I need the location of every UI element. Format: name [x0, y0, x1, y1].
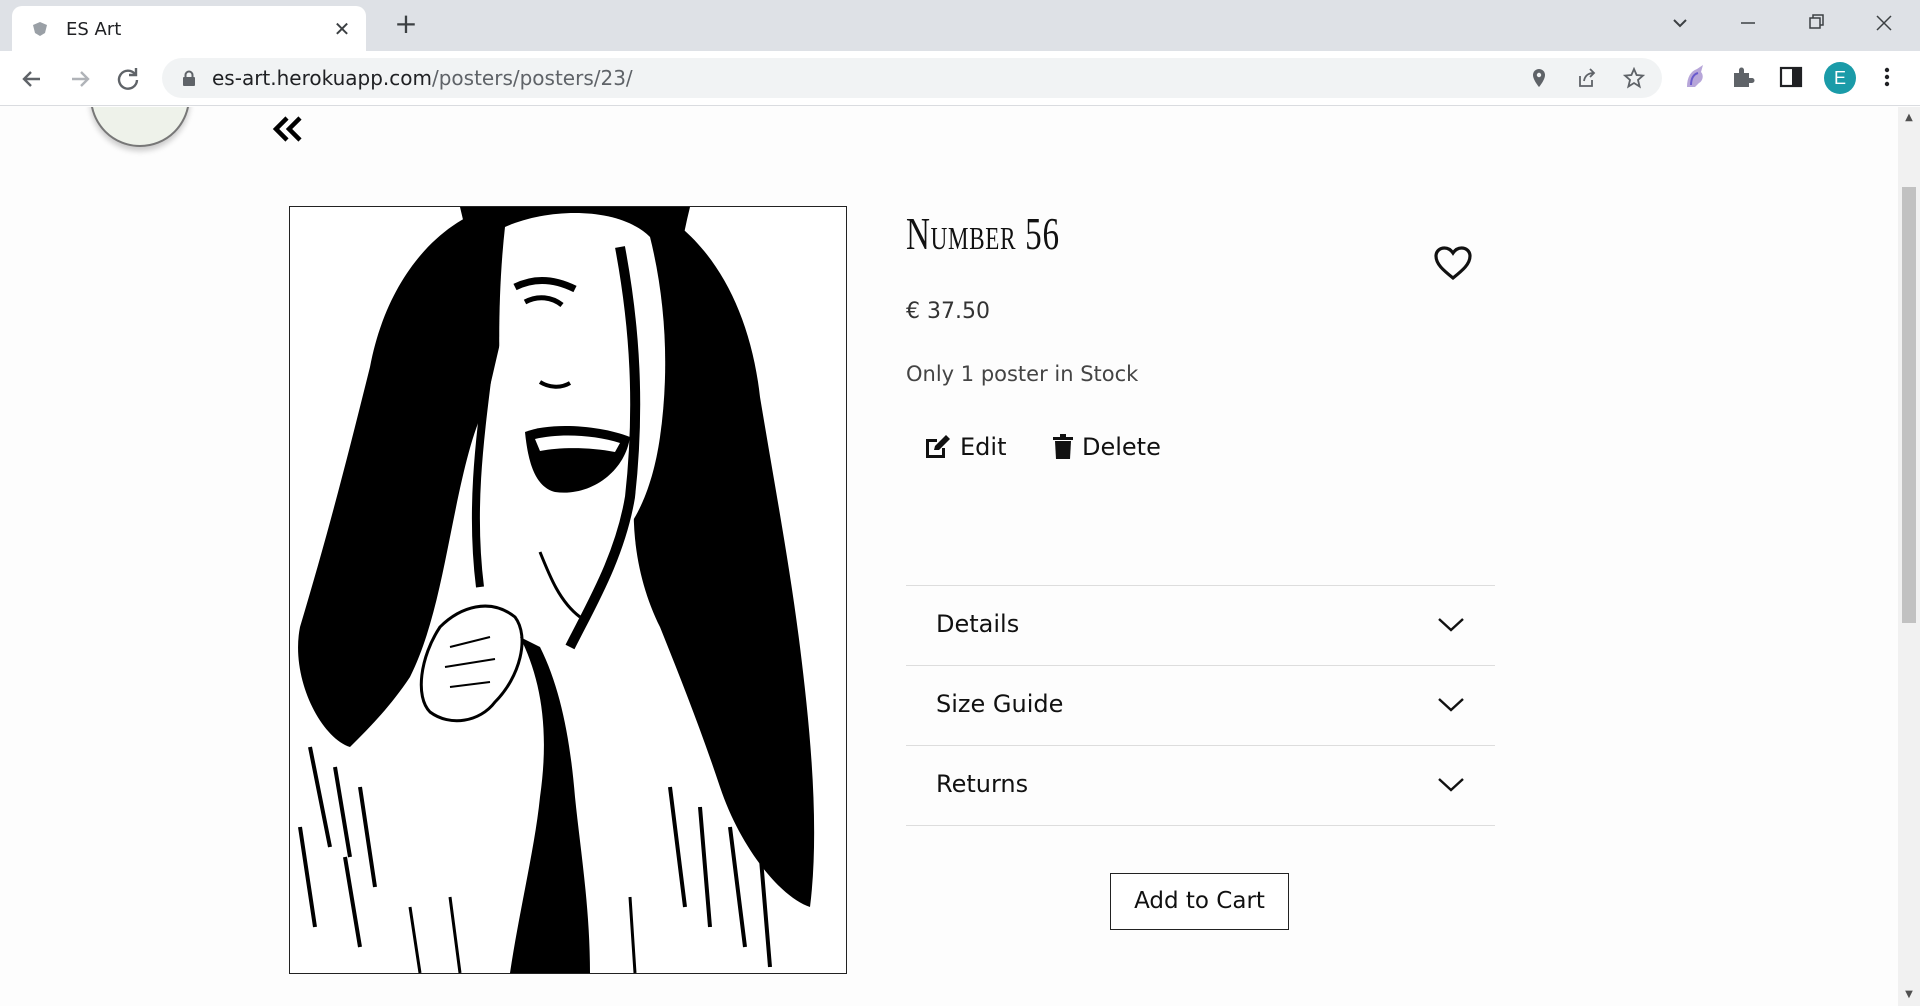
edit-label: Edit — [960, 433, 1007, 461]
page-scrollbar[interactable]: ▲ ▼ — [1898, 107, 1920, 1006]
accordion-size-guide[interactable]: Size Guide — [906, 666, 1495, 746]
chevron-down-icon — [1438, 698, 1464, 712]
unicorn-extension-icon[interactable] — [1681, 63, 1709, 91]
accordion-returns-label: Returns — [936, 770, 1029, 798]
close-tab-icon[interactable]: ✕ — [330, 17, 354, 41]
close-window-icon[interactable] — [1866, 8, 1902, 38]
chevron-down-icon — [1438, 778, 1464, 792]
restore-icon[interactable] — [1798, 8, 1834, 38]
location-pin-icon[interactable] — [1528, 67, 1550, 89]
tab-search-icon[interactable] — [1662, 8, 1698, 38]
url-text: es-art.herokuapp.com/posters/posters/23/ — [212, 66, 633, 90]
product-title: Number 56 — [906, 208, 1060, 259]
minimize-icon[interactable] — [1730, 8, 1766, 38]
forward-arrow-icon[interactable] — [64, 63, 96, 95]
side-panel-icon[interactable] — [1777, 63, 1805, 91]
delete-label: Delete — [1082, 433, 1161, 461]
browser-toolbar: es-art.herokuapp.com/posters/posters/23/… — [0, 51, 1920, 106]
edit-square-icon — [926, 435, 950, 458]
url-path: /posters/posters/23/ — [431, 66, 633, 90]
stock-status: Only 1 poster in Stock — [906, 362, 1139, 386]
address-bar[interactable]: es-art.herokuapp.com/posters/posters/23/ — [162, 58, 1662, 98]
share-icon[interactable] — [1575, 67, 1597, 89]
extensions-puzzle-icon[interactable] — [1729, 63, 1757, 91]
tab-title: ES Art — [66, 19, 122, 40]
scroll-up-arrow-icon[interactable]: ▲ — [1903, 113, 1915, 123]
add-to-cart-button[interactable]: Add to Cart — [1110, 873, 1289, 930]
chevron-down-icon — [1438, 618, 1464, 632]
heart-outline-icon[interactable] — [1433, 245, 1473, 281]
scroll-down-arrow-icon[interactable]: ▼ — [1903, 990, 1915, 1000]
poster-artwork — [290, 207, 846, 973]
accordion-returns[interactable]: Returns — [906, 746, 1495, 826]
site-logo[interactable] — [90, 107, 190, 147]
poster-image — [289, 206, 847, 974]
back-chevrons-icon[interactable] — [270, 111, 306, 147]
new-tab-icon[interactable]: + — [392, 10, 420, 39]
delete-button[interactable]: Delete — [1052, 429, 1161, 465]
site-favicon-icon — [33, 22, 47, 36]
product-price: € 37.50 — [906, 299, 990, 324]
browser-tab[interactable]: ES Art ✕ — [12, 6, 366, 51]
profile-avatar[interactable]: E — [1824, 62, 1856, 94]
accordion-size-guide-label: Size Guide — [936, 690, 1064, 718]
trash-icon — [1053, 434, 1073, 459]
accordion-details-label: Details — [936, 610, 1020, 638]
scrollbar-thumb[interactable] — [1902, 187, 1916, 623]
url-host: es-art.herokuapp.com — [212, 66, 432, 90]
browser-tab-strip: ES Art ✕ + — [0, 0, 1920, 51]
back-arrow-icon[interactable] — [16, 63, 48, 95]
info-accordion: Details Size Guide Returns — [906, 585, 1495, 826]
more-menu-icon[interactable] — [1873, 63, 1901, 91]
reload-icon[interactable] — [112, 63, 144, 95]
edit-button[interactable]: Edit — [924, 429, 1006, 465]
lock-icon[interactable] — [182, 70, 196, 86]
page-viewport: Number 56 € 37.50 Only 1 poster in Stock… — [0, 107, 1898, 1006]
accordion-details[interactable]: Details — [906, 586, 1495, 666]
bookmark-star-icon[interactable] — [1623, 67, 1645, 89]
